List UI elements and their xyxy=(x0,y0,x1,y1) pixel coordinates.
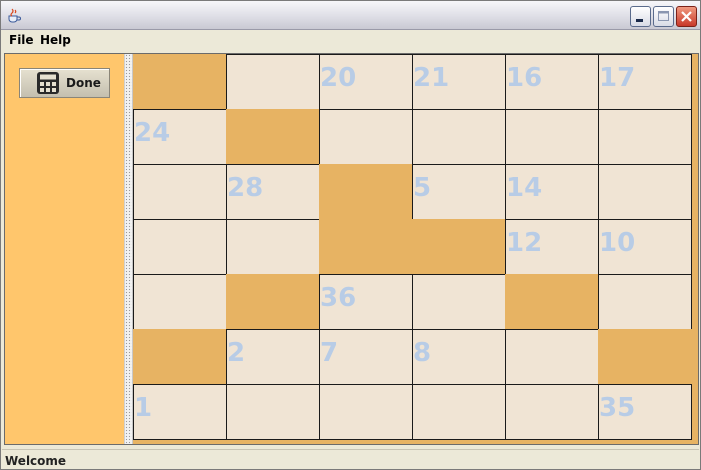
cell-number: 28 xyxy=(227,173,264,203)
puzzle-grid: 20 21 16 17 24 28 5 14 12 10 36 2 7 8 1 35 xyxy=(133,54,693,444)
grid-cell[interactable]: 5 xyxy=(412,164,506,220)
maximize-button[interactable] xyxy=(653,6,674,27)
done-label: Done xyxy=(66,76,101,90)
grid-cell[interactable] xyxy=(598,164,692,220)
grid-cell[interactable]: 1 xyxy=(133,384,227,440)
grid-cell[interactable] xyxy=(412,109,506,165)
close-button[interactable] xyxy=(676,6,697,27)
cell-number: 5 xyxy=(413,173,432,203)
menu-file[interactable]: File xyxy=(9,33,34,47)
blocked-cell xyxy=(319,164,413,220)
status-bar: Welcome xyxy=(2,449,699,469)
cell-number: 12 xyxy=(506,228,543,258)
grid-cell[interactable]: 2 xyxy=(226,329,320,385)
grid-cell[interactable]: 24 xyxy=(133,109,227,165)
cell-number: 7 xyxy=(320,338,339,368)
grid-cell[interactable] xyxy=(319,384,413,440)
menu-help[interactable]: Help xyxy=(40,33,71,47)
app-window: File Help Done 20 21 16 17 24 28 5 14 12 10 36 2 7 8 1… xyxy=(0,0,701,470)
grid-cell[interactable] xyxy=(133,164,227,220)
cell-number: 10 xyxy=(599,228,636,258)
blocked-cell xyxy=(133,54,227,110)
grid-cell[interactable]: 20 xyxy=(319,54,413,110)
close-icon xyxy=(681,11,692,22)
cell-number: 14 xyxy=(506,173,543,203)
blocked-cell xyxy=(505,274,599,330)
maximize-icon xyxy=(658,11,669,21)
cell-number: 24 xyxy=(134,118,171,148)
blocked-cell xyxy=(412,219,506,275)
grid-cell[interactable]: 21 xyxy=(412,54,506,110)
split-divider[interactable] xyxy=(124,54,133,444)
grid-cell[interactable] xyxy=(412,274,506,330)
grid-cell[interactable]: 12 xyxy=(505,219,599,275)
grid-cell[interactable]: 28 xyxy=(226,164,320,220)
grid-cell[interactable] xyxy=(319,109,413,165)
grid-cell[interactable] xyxy=(133,274,227,330)
minimize-icon xyxy=(636,19,643,22)
cell-number: 35 xyxy=(599,393,636,423)
blocked-cell xyxy=(226,274,320,330)
blocked-cell xyxy=(319,219,413,275)
cell-number: 1 xyxy=(134,393,153,423)
grid-cell[interactable]: 7 xyxy=(319,329,413,385)
status-text: Welcome xyxy=(5,454,67,468)
java-cup-icon xyxy=(8,8,21,23)
grid-cell[interactable]: 8 xyxy=(412,329,506,385)
cell-number: 36 xyxy=(320,283,357,313)
grid-cell[interactable] xyxy=(505,329,599,385)
done-button[interactable]: Done xyxy=(19,68,110,98)
grid-edge xyxy=(693,54,698,444)
blocked-cell xyxy=(598,329,692,385)
grid-cell[interactable]: 36 xyxy=(319,274,413,330)
cell-number: 20 xyxy=(320,63,357,93)
grid-cell[interactable] xyxy=(505,384,599,440)
grid-cell[interactable] xyxy=(226,219,320,275)
cell-number: 8 xyxy=(413,338,432,368)
minimize-button[interactable] xyxy=(630,6,651,27)
cell-number: 2 xyxy=(227,338,246,368)
menu-bar: File Help xyxy=(2,30,699,52)
grid-cell[interactable] xyxy=(226,54,320,110)
grid-cell[interactable]: 14 xyxy=(505,164,599,220)
side-panel: Done xyxy=(5,54,124,444)
cell-number: 21 xyxy=(413,63,450,93)
grid-cell[interactable]: 10 xyxy=(598,219,692,275)
cell-number: 16 xyxy=(506,63,543,93)
title-bar[interactable] xyxy=(1,1,700,30)
grid-cell[interactable] xyxy=(505,109,599,165)
grid-cell[interactable] xyxy=(226,384,320,440)
grid-cell[interactable]: 35 xyxy=(598,384,692,440)
grid-cell[interactable]: 16 xyxy=(505,54,599,110)
grid-cell[interactable]: 17 xyxy=(598,54,692,110)
grid-cell[interactable] xyxy=(412,384,506,440)
cell-number: 17 xyxy=(599,63,636,93)
blocked-cell xyxy=(226,109,320,165)
calculator-icon xyxy=(37,72,59,94)
blocked-cell xyxy=(133,329,227,385)
grid-cell[interactable] xyxy=(598,109,692,165)
grid-cell[interactable] xyxy=(598,274,692,330)
main-content: Done 20 21 16 17 24 28 5 14 12 10 36 2 7 8 1 35 xyxy=(4,53,699,445)
grid-cell[interactable] xyxy=(133,219,227,275)
